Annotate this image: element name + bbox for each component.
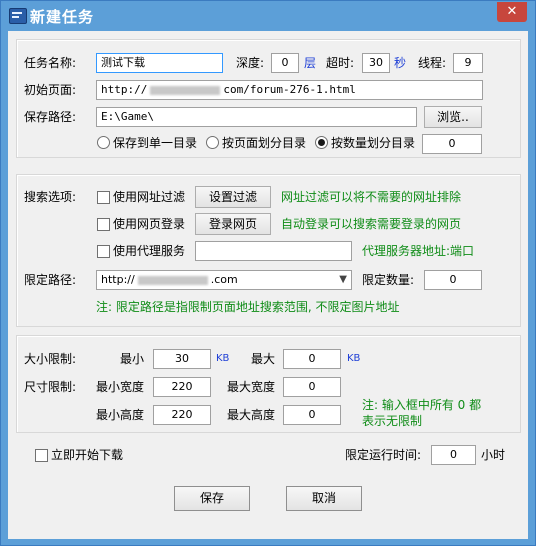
- dimension-limit-label: 尺寸限制:: [24, 380, 77, 394]
- max-size-input[interactable]: 0: [283, 349, 341, 369]
- timeout-input[interactable]: 30: [362, 53, 390, 73]
- min-width-input[interactable]: 220: [153, 377, 211, 397]
- close-button[interactable]: ✕: [497, 2, 527, 22]
- zero-unlimited-note-line2: 表示无限制: [362, 414, 423, 428]
- cancel-button[interactable]: 取消: [286, 486, 362, 511]
- set-filter-button[interactable]: 设置过滤: [195, 186, 271, 208]
- limit-path-prefix: http://: [101, 273, 135, 286]
- min-size-unit: KB: [216, 353, 230, 364]
- limit-path-note: 注: 限定路径是指限制页面地址搜索范围, 不限定图片地址: [96, 300, 400, 314]
- chevron-down-icon[interactable]: ▼: [339, 271, 347, 289]
- max-size-label: 最大: [251, 352, 276, 366]
- start-now-checkbox[interactable]: [35, 449, 48, 462]
- proxy-hint: 代理服务器地址:端口: [362, 244, 475, 258]
- threads-input[interactable]: 9: [453, 53, 483, 73]
- timeout-label: 超时:: [326, 56, 355, 70]
- radio-by-count-label[interactable]: 按数量划分目录: [331, 132, 415, 154]
- proxy-checkbox[interactable]: [97, 245, 110, 258]
- start-page-input[interactable]: http:// com/forum-276-1.html: [96, 80, 483, 100]
- save-button[interactable]: 保存: [174, 486, 250, 511]
- depth-input[interactable]: 0: [271, 53, 299, 73]
- max-height-label: 最大高度: [227, 408, 276, 422]
- threads-label: 线程:: [418, 56, 447, 70]
- run-time-input[interactable]: 0: [431, 445, 476, 465]
- start-now-label[interactable]: 立即开始下载: [51, 444, 123, 466]
- save-path-input[interactable]: E:\Game\: [96, 107, 417, 127]
- proxy-input[interactable]: [195, 241, 352, 261]
- radio-by-count[interactable]: [315, 136, 328, 149]
- max-height-input[interactable]: 0: [283, 405, 341, 425]
- depth-label: 深度:: [236, 56, 265, 70]
- app-icon: [9, 8, 27, 24]
- depth-unit: 层: [304, 56, 317, 70]
- min-size-label: 最小: [120, 352, 145, 366]
- limit-path-select[interactable]: http:// .com ▼: [96, 270, 352, 290]
- min-height-input[interactable]: 220: [153, 405, 211, 425]
- url-filter-checkbox[interactable]: [97, 191, 110, 204]
- start-page-suffix: com/forum-276-1.html: [223, 83, 356, 96]
- max-width-label: 最大宽度: [227, 380, 276, 394]
- proxy-label[interactable]: 使用代理服务: [113, 240, 185, 262]
- run-time-label: 限定运行时间:: [345, 448, 422, 462]
- zero-unlimited-note-line1: 注: 输入框中所有 0 都: [362, 398, 482, 412]
- browse-button[interactable]: 浏览..: [424, 106, 482, 128]
- start-page-prefix: http://: [101, 83, 148, 96]
- title-bar[interactable]: 新建任务 ✕: [1, 1, 535, 31]
- web-login-hint: 自动登录可以搜索需要登录的网页: [281, 217, 462, 231]
- start-page-label: 初始页面:: [24, 83, 77, 97]
- dialog-body: 任务名称: 测试下载 深度: 0 层 超时: 30 秒 线程: 9 初始页面: …: [8, 31, 528, 539]
- redacted-text: [137, 275, 208, 285]
- size-limits-group: 大小限制: 最小 30 KB 最大 0 KB 尺寸限制: 最小宽度 220 最大…: [16, 335, 521, 433]
- web-login-checkbox[interactable]: [97, 218, 110, 231]
- limit-count-label: 限定数量:: [362, 273, 415, 287]
- limit-path-suffix: .com: [210, 273, 238, 286]
- url-filter-label[interactable]: 使用网址过滤: [113, 186, 185, 208]
- url-filter-hint: 网址过滤可以将不需要的网址排除: [281, 190, 462, 204]
- max-size-unit: KB: [347, 353, 361, 364]
- radio-by-page-label[interactable]: 按页面划分目录: [222, 132, 306, 154]
- min-height-label: 最小高度: [96, 408, 145, 422]
- dialog-window: 新建任务 ✕ 任务名称: 测试下载 深度: 0 层 超时: 30 秒 线程: 9…: [0, 0, 536, 546]
- task-name-input[interactable]: 测试下载: [96, 53, 223, 73]
- task-name-label: 任务名称:: [24, 56, 77, 70]
- web-login-label[interactable]: 使用网页登录: [113, 213, 185, 235]
- radio-single-dir-label[interactable]: 保存到单一目录: [113, 132, 197, 154]
- run-time-unit: 小时: [481, 448, 506, 462]
- radio-single-dir[interactable]: [97, 136, 110, 149]
- task-settings-group: 任务名称: 测试下载 深度: 0 层 超时: 30 秒 线程: 9 初始页面: …: [16, 39, 521, 158]
- search-options-group: 搜索选项: 使用网址过滤 设置过滤 网址过滤可以将不需要的网址排除 使用网页登录…: [16, 174, 521, 327]
- window-title: 新建任务: [30, 8, 95, 26]
- redacted-text: [150, 85, 221, 95]
- min-size-input[interactable]: 30: [153, 349, 211, 369]
- limit-path-label: 限定路径:: [24, 273, 77, 287]
- min-width-label: 最小宽度: [96, 380, 145, 394]
- max-width-input[interactable]: 0: [283, 377, 341, 397]
- limit-count-input[interactable]: 0: [424, 270, 482, 290]
- save-path-label: 保存路径:: [24, 110, 77, 124]
- login-web-button[interactable]: 登录网页: [195, 213, 271, 235]
- search-options-label: 搜索选项:: [24, 190, 77, 204]
- size-limit-label: 大小限制:: [24, 352, 77, 366]
- radio-by-page[interactable]: [206, 136, 219, 149]
- timeout-unit: 秒: [394, 56, 407, 70]
- count-input[interactable]: 0: [422, 134, 482, 154]
